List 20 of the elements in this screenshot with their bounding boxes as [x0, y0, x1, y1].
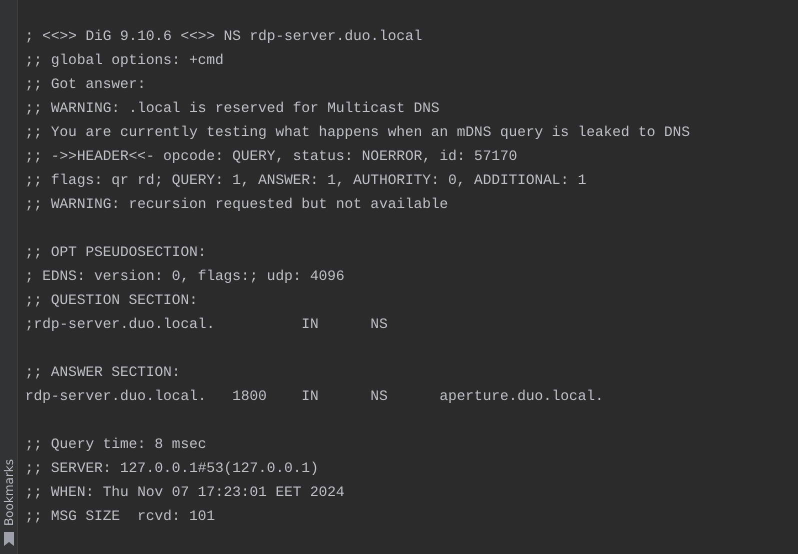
output-line: ;; WHEN: Thu Nov 07 17:23:01 EET 2024: [25, 484, 346, 503]
output-line: ;; You are currently testing what happens when an mDNS query is leaked to DNS: [25, 124, 691, 143]
output-line: ;; flags: qr rd; QUERY: 1, ANSWER: 1, AUTHORITY: 0, ADDITIONAL: 1: [25, 172, 588, 191]
output-line: ;; Got answer:: [25, 76, 147, 95]
output-line: ;; ->>HEADER<<- opcode: QUERY, status: NOERROR, id: 57170: [25, 148, 518, 167]
output-line: ; <<>> DiG 9.10.6 <<>> NS rdp-server.duo.local: [25, 28, 424, 47]
output-line: ;; Query time: 8 msec: [25, 436, 208, 455]
output-line: ;; OPT PSEUDOSECTION:: [25, 244, 208, 263]
output-line: ;; WARNING: recursion requested but not available: [25, 196, 450, 215]
output-line: ;; MSG SIZE rcvd: 101: [25, 508, 216, 527]
output-line: ;; SERVER: 127.0.0.1#53(127.0.0.1): [25, 460, 320, 479]
output-line: ;rdp-server.duo.local. IN NS: [25, 316, 389, 335]
output-line: rdp-server.duo.local. 1800 IN NS aperture.duo.local.: [25, 388, 605, 407]
output-line: ;; global options: +cmd: [25, 52, 225, 71]
bookmark-icon: [4, 532, 14, 546]
output-line: ; EDNS: version: 0, flags:; udp: 4096: [25, 268, 346, 287]
bookmarks-tab[interactable]: Bookmarks: [0, 458, 17, 554]
output-line: ;; ANSWER SECTION:: [25, 364, 182, 383]
output-line: ;; QUESTION SECTION:: [25, 292, 199, 311]
output-line: ;; WARNING: .local is reserved for Multicast DNS: [25, 100, 441, 119]
